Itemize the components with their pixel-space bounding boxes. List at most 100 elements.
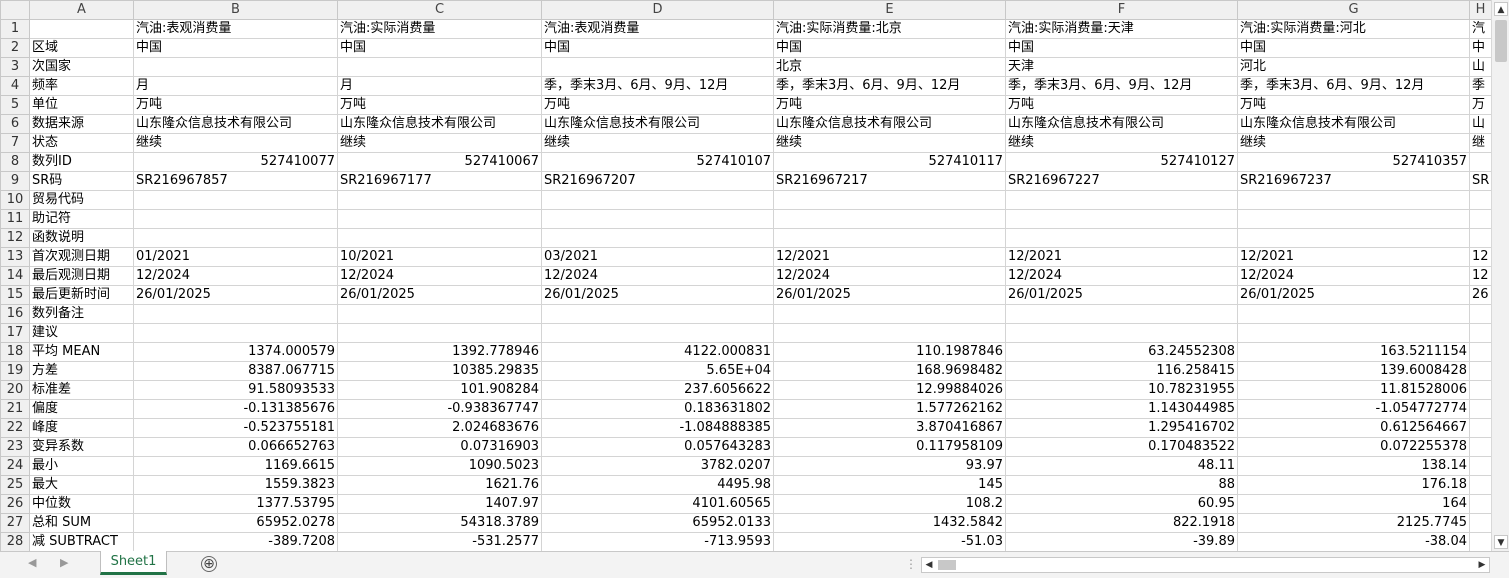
cell-e[interactable] (773, 209, 1006, 229)
cell-f[interactable]: 天津 (1005, 57, 1238, 77)
cell-d[interactable] (541, 190, 774, 210)
cell-e[interactable]: 26/01/2025 (773, 285, 1006, 305)
cell-d[interactable]: 中国 (541, 38, 774, 58)
cell-a[interactable]: 最小 (29, 456, 134, 476)
cell-g[interactable] (1237, 209, 1470, 229)
cell-h[interactable]: SR (1469, 171, 1491, 191)
row-header[interactable]: 14 (0, 266, 30, 286)
cell-d[interactable] (541, 228, 774, 248)
cell-f[interactable]: 822.1918 (1005, 513, 1238, 533)
cell-f[interactable]: 12/2021 (1005, 247, 1238, 267)
row-header[interactable]: 22 (0, 418, 30, 438)
row-header[interactable]: 27 (0, 513, 30, 533)
cell-b[interactable]: 0.066652763 (133, 437, 338, 457)
cell-e[interactable]: 汽油:实际消费量:北京 (773, 19, 1006, 39)
scroll-left-arrow-icon[interactable]: ◀ (922, 558, 936, 572)
row-header[interactable]: 20 (0, 380, 30, 400)
cell-e[interactable]: 1.577262162 (773, 399, 1006, 419)
cell-d[interactable] (541, 323, 774, 343)
cell-c[interactable]: 101.908284 (337, 380, 542, 400)
cell-a[interactable]: SR码 (29, 171, 134, 191)
cell-e[interactable]: 145 (773, 475, 1006, 495)
cell-b[interactable] (133, 304, 338, 324)
cell-h[interactable]: 12 (1469, 266, 1491, 286)
cell-d[interactable]: -1.084888385 (541, 418, 774, 438)
cell-e[interactable] (773, 190, 1006, 210)
row-header[interactable]: 4 (0, 76, 30, 96)
cell-f[interactable]: 中国 (1005, 38, 1238, 58)
cell-f[interactable]: 继续 (1005, 133, 1238, 153)
cell-f[interactable] (1005, 209, 1238, 229)
cell-g[interactable]: 163.5211154 (1237, 342, 1470, 362)
cell-b[interactable] (133, 57, 338, 77)
cell-b[interactable]: SR216967857 (133, 171, 338, 191)
cell-b[interactable]: 1169.6615 (133, 456, 338, 476)
cell-b[interactable]: 527410077 (133, 152, 338, 172)
cell-b[interactable]: 1377.53795 (133, 494, 338, 514)
cell-f[interactable] (1005, 323, 1238, 343)
cell-d[interactable] (541, 304, 774, 324)
cell-a[interactable]: 方差 (29, 361, 134, 381)
cell-b[interactable]: -389.7208 (133, 532, 338, 551)
cell-d[interactable]: 4122.000831 (541, 342, 774, 362)
cell-h[interactable] (1469, 228, 1491, 248)
cell-c[interactable]: 1621.76 (337, 475, 542, 495)
cell-d[interactable]: 0.183631802 (541, 399, 774, 419)
column-header-b[interactable]: B (133, 0, 338, 20)
cell-f[interactable]: 116.258415 (1005, 361, 1238, 381)
cell-d[interactable] (541, 209, 774, 229)
cell-f[interactable]: 88 (1005, 475, 1238, 495)
cell-h[interactable] (1469, 342, 1491, 362)
add-sheet-icon[interactable]: ⊕ (201, 556, 217, 572)
cell-a[interactable]: 贸易代码 (29, 190, 134, 210)
row-header[interactable]: 15 (0, 285, 30, 305)
cell-e[interactable]: 1432.5842 (773, 513, 1006, 533)
cell-d[interactable]: 65952.0133 (541, 513, 774, 533)
cell-g[interactable]: 12/2024 (1237, 266, 1470, 286)
cell-b[interactable] (133, 323, 338, 343)
cell-g[interactable]: 季，季末3月、6月、9月、12月 (1237, 76, 1470, 96)
cell-e[interactable]: SR216967217 (773, 171, 1006, 191)
cell-g[interactable]: 汽油:实际消费量:河北 (1237, 19, 1470, 39)
cell-g[interactable]: 万吨 (1237, 95, 1470, 115)
cell-c[interactable]: 527410067 (337, 152, 542, 172)
row-header[interactable]: 24 (0, 456, 30, 476)
cell-c[interactable] (337, 209, 542, 229)
cell-c[interactable]: 1407.97 (337, 494, 542, 514)
cell-f[interactable]: 季，季末3月、6月、9月、12月 (1005, 76, 1238, 96)
cell-h[interactable] (1469, 323, 1491, 343)
row-header[interactable]: 10 (0, 190, 30, 210)
row-header[interactable]: 19 (0, 361, 30, 381)
cell-g[interactable]: -38.04 (1237, 532, 1470, 551)
cell-f[interactable]: 63.24552308 (1005, 342, 1238, 362)
cell-a[interactable]: 助记符 (29, 209, 134, 229)
cell-c[interactable]: 1392.778946 (337, 342, 542, 362)
cell-a[interactable]: 区域 (29, 38, 134, 58)
cell-g[interactable]: 0.072255378 (1237, 437, 1470, 457)
cell-c[interactable]: 1090.5023 (337, 456, 542, 476)
cell-g[interactable]: 继续 (1237, 133, 1470, 153)
cell-d[interactable]: -713.9593 (541, 532, 774, 551)
cell-h[interactable]: 山 (1469, 57, 1491, 77)
cell-d[interactable]: 季，季末3月、6月、9月、12月 (541, 76, 774, 96)
cell-c[interactable]: 10385.29835 (337, 361, 542, 381)
cell-h[interactable] (1469, 190, 1491, 210)
cell-d[interactable]: 继续 (541, 133, 774, 153)
cell-d[interactable]: 3782.0207 (541, 456, 774, 476)
cell-d[interactable]: 527410107 (541, 152, 774, 172)
cell-g[interactable] (1237, 323, 1470, 343)
cell-f[interactable]: 0.170483522 (1005, 437, 1238, 457)
cell-b[interactable]: 1374.000579 (133, 342, 338, 362)
cell-c[interactable]: -0.938367747 (337, 399, 542, 419)
cell-b[interactable] (133, 209, 338, 229)
vertical-scroll-thumb[interactable] (1495, 20, 1507, 62)
row-header[interactable]: 17 (0, 323, 30, 343)
cell-f[interactable]: 527410127 (1005, 152, 1238, 172)
cell-g[interactable]: 527410357 (1237, 152, 1470, 172)
row-header[interactable]: 2 (0, 38, 30, 58)
cell-c[interactable]: 12/2024 (337, 266, 542, 286)
cell-b[interactable]: -0.131385676 (133, 399, 338, 419)
cell-f[interactable]: 26/01/2025 (1005, 285, 1238, 305)
cell-a[interactable]: 函数说明 (29, 228, 134, 248)
column-header-e[interactable]: E (773, 0, 1006, 20)
